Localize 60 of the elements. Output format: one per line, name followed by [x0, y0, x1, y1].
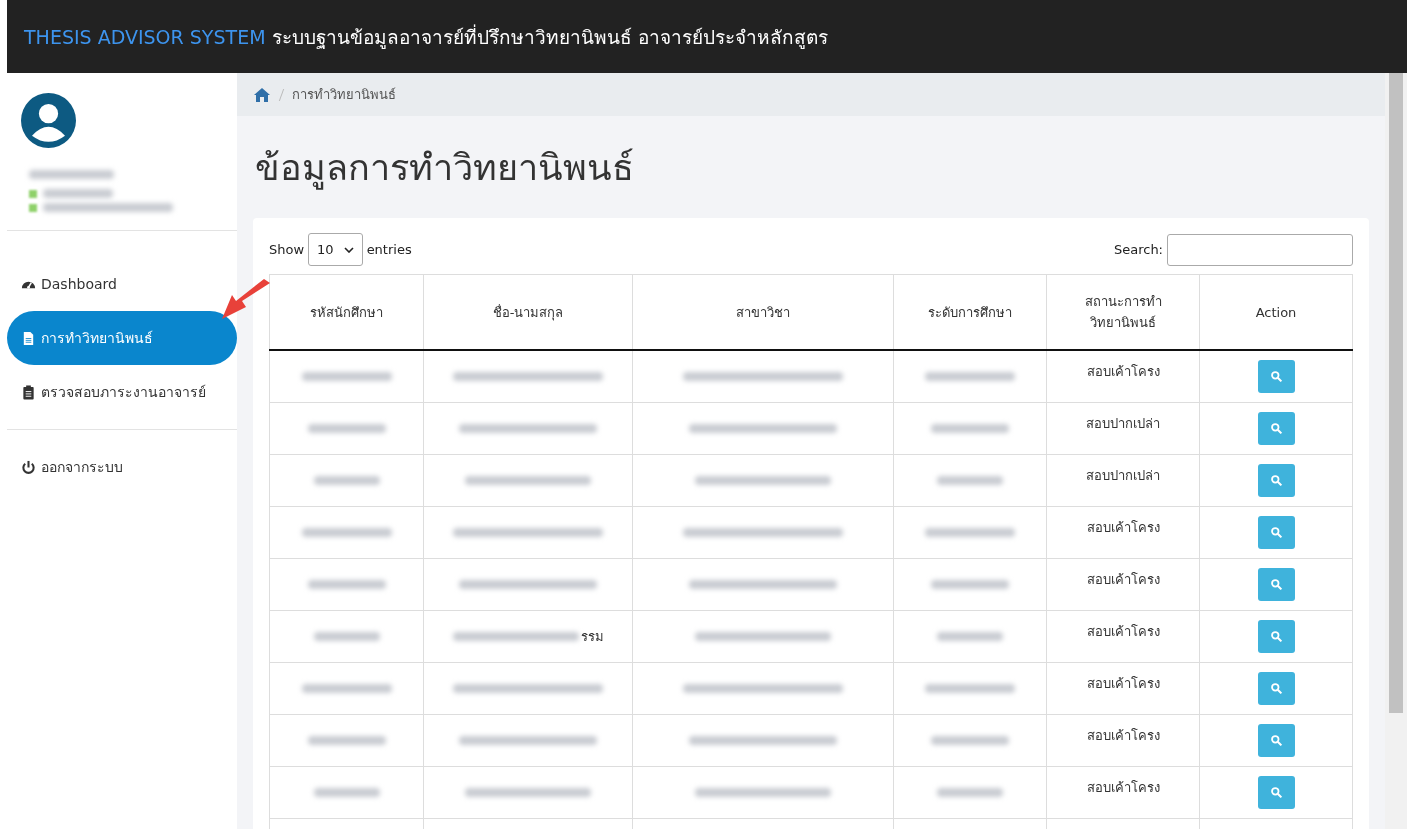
search-icon — [1269, 474, 1283, 487]
caret-icon — [343, 246, 354, 253]
scrollbar[interactable] — [1385, 73, 1407, 829]
search-button[interactable] — [1257, 776, 1295, 809]
table-cell: สอบเค้าโครง — [1046, 506, 1200, 559]
table-cell: สอบเค้าโครง — [1046, 714, 1200, 767]
search-button[interactable] — [1257, 568, 1295, 601]
column-header[interactable]: รหัสนักศึกษา — [269, 274, 424, 350]
search-icon — [1269, 734, 1283, 747]
search-button[interactable] — [1257, 464, 1295, 497]
page-title: ข้อมูลการทำวิทยานิพนธ์ — [255, 146, 635, 192]
search-button[interactable] — [1257, 360, 1295, 393]
power-icon — [21, 459, 36, 475]
redacted-text — [937, 476, 1003, 485]
search-button[interactable] — [1257, 516, 1295, 549]
search-button[interactable] — [1257, 672, 1295, 705]
search-button[interactable] — [1257, 620, 1295, 653]
clipboard-icon — [21, 384, 36, 400]
table-cell: สอบปากเปล่า — [1046, 454, 1200, 507]
search-icon — [1269, 526, 1283, 539]
search-icon — [1269, 370, 1283, 383]
column-header[interactable]: Action — [1199, 274, 1353, 350]
search-icon — [1269, 630, 1283, 643]
show-label: Show — [269, 242, 305, 257]
column-header[interactable]: สถานะการทำวิทยานิพนธ์ — [1046, 274, 1200, 350]
sidebar-item[interactable]: ออกจากระบบ — [7, 440, 237, 494]
redacted-text — [313, 632, 380, 641]
search-button[interactable] — [1257, 412, 1295, 445]
search-icon — [1269, 422, 1283, 435]
search-icon — [1269, 682, 1283, 695]
search-field[interactable] — [1167, 233, 1353, 266]
search-icon — [1269, 786, 1283, 799]
redacted-text — [937, 632, 1003, 641]
avatar-icon — [21, 93, 76, 148]
table-cell: สอบเค้าโครง — [1046, 610, 1200, 663]
redacted-text — [937, 788, 1003, 797]
table-cell: สอบเค้าโครง — [1046, 350, 1200, 403]
breadcrumb-item: การทำวิทยานิพนธ์ — [292, 86, 396, 104]
table-cell: สอบเค้าโครง — [1046, 558, 1200, 611]
sidebar-item[interactable]: ตรวจสอบภาระงานอาจารย์ — [7, 365, 237, 419]
entries-label: entries — [366, 242, 412, 257]
document-icon — [21, 330, 36, 346]
column-header[interactable]: ชื่อ-นามสกุล — [423, 274, 633, 350]
home-icon[interactable] — [253, 86, 271, 103]
redacted-text — [313, 476, 380, 485]
name-fragment: รรม — [580, 628, 604, 646]
redacted-text — [313, 788, 380, 797]
sidebar-item[interactable]: การทำวิทยานิพนธ์ — [7, 311, 237, 365]
search-button[interactable] — [1257, 724, 1295, 757]
table-cell: สอบเค้าโครง — [1046, 766, 1200, 819]
sidebar-item[interactable]: Dashboard — [7, 257, 237, 311]
search-icon — [1269, 578, 1283, 591]
search-label: Search: — [1113, 242, 1163, 257]
table-cell: สอบเค้าโครง — [1046, 662, 1200, 715]
column-header[interactable]: สาขาวิชา — [632, 274, 894, 350]
app-title: ระบบฐานข้อมูลอาจารย์ที่ปรึกษาวิทยานิพนธ์ อาจารย์ประจำหลักสูตร — [271, 23, 828, 51]
page-size-select[interactable]: 10 — [308, 233, 363, 266]
table-cell: สอบปากเปล่า — [1046, 402, 1200, 455]
brand-name: THESIS ADVISOR SYSTEM — [24, 25, 266, 48]
column-header[interactable]: ระดับการศึกษา — [893, 274, 1047, 350]
